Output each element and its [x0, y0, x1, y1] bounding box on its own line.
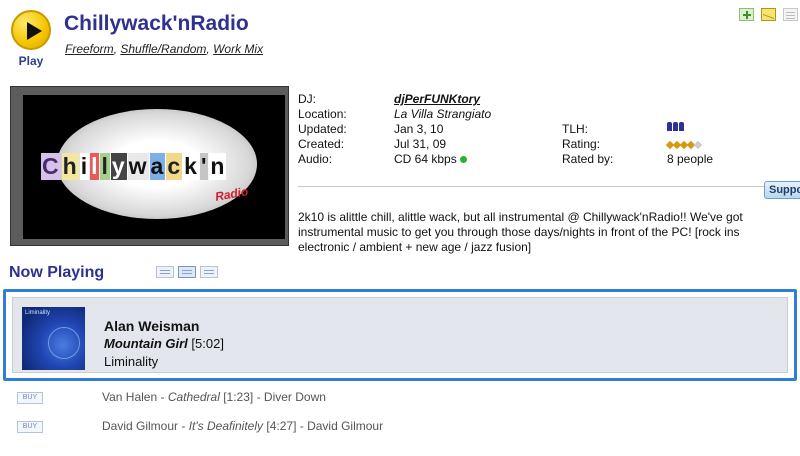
history-row: BUY Van Halen - Cathedral [1:23] - Diver… — [0, 390, 800, 412]
history-row: BUY David Gilmour - It's Deafinitely [4:… — [0, 419, 800, 441]
now-playing-artist: Alan Weisman — [104, 318, 200, 334]
buy-button[interactable]: BUY — [17, 421, 43, 433]
station-description: 2k10 is alittle chill, alittle wack, but… — [298, 210, 743, 254]
view-list-icon[interactable] — [200, 266, 218, 278]
history-artist: Van Halen — [102, 390, 158, 404]
now-playing-song: Mountain Girl [5:02] — [104, 336, 224, 351]
history-artist: David Gilmour — [102, 419, 179, 433]
play-icon — [27, 22, 42, 40]
view-toggles — [156, 266, 218, 278]
people-icon — [667, 122, 684, 131]
album-art: Liminality — [22, 307, 85, 370]
tag-link-work-mix[interactable]: Work Mix — [213, 42, 263, 56]
created-label: Created: — [298, 137, 345, 151]
tlh-label: TLH: — [562, 122, 589, 136]
top-actions — [739, 8, 798, 21]
location-label: Location: — [298, 107, 347, 121]
updated-label: Updated: — [298, 122, 347, 136]
station-title: Chillywack'nRadio — [64, 12, 249, 35]
tag-link-shuffle[interactable]: Shuffle/Random — [120, 42, 206, 56]
now-playing-album: Liminality — [104, 354, 159, 369]
play-control[interactable]: Play — [8, 10, 54, 68]
play-label[interactable]: Play — [8, 54, 54, 68]
audio-status-icon — [459, 156, 467, 164]
created-value: Jul 31, 09 — [394, 137, 447, 151]
dj-label: DJ: — [298, 92, 316, 106]
rating-label: Rating: — [562, 137, 601, 151]
now-playing-card: Liminality Alan Weisman Mountain Girl [5… — [3, 289, 797, 381]
add-icon[interactable] — [739, 8, 754, 21]
updated-value: Jan 3, 10 — [394, 122, 444, 136]
play-button[interactable] — [11, 10, 51, 50]
location-value: La Villa Strangiato — [394, 107, 492, 121]
logo-text: Ch i l l y w a c k ' n — [41, 153, 227, 180]
history-duration: [1:23] — [223, 390, 254, 404]
calendar-icon[interactable] — [783, 8, 798, 21]
station-logo: Ch i l l y w a c k ' n Radio — [10, 86, 289, 246]
tag-link-freeform[interactable]: Freeform — [65, 42, 114, 56]
view-detail-icon[interactable] — [178, 266, 196, 278]
history-song: It's Deafinitely — [188, 419, 264, 433]
now-playing-heading: Now Playing — [9, 264, 105, 281]
rated-by-value: 8 people — [667, 152, 714, 166]
station-tags: Freeform, Shuffle/Random, Work Mix — [65, 42, 264, 56]
buy-button[interactable]: BUY — [17, 392, 43, 404]
rated-by-label: Rated by: — [562, 152, 614, 166]
dj-link[interactable]: djPerFUNKtory — [394, 92, 480, 106]
history-duration: [4:27] — [266, 419, 297, 433]
history-album: David Gilmour — [307, 419, 384, 433]
support-button[interactable]: Support — [764, 181, 800, 199]
history-song: Cathedral — [167, 390, 220, 404]
audio-label: Audio: — [298, 152, 333, 166]
history-album: Diver Down — [263, 390, 326, 404]
audio-value: CD 64 kbps — [394, 152, 457, 166]
divider — [298, 186, 800, 187]
mail-icon[interactable] — [761, 8, 776, 21]
stars-icon — [665, 137, 703, 151]
view-compact-icon[interactable] — [156, 266, 174, 278]
